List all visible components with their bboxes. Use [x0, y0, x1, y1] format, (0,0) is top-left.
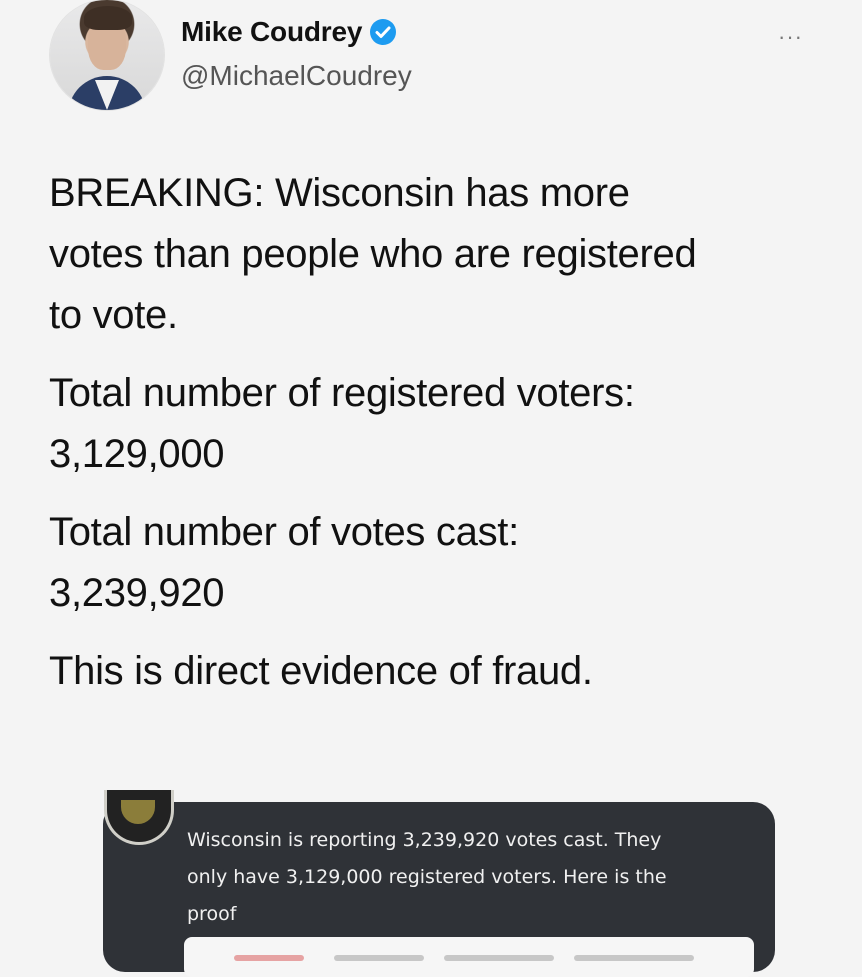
author-handle[interactable]: @MichaelCoudrey	[181, 60, 412, 92]
tweet-line: 3,129,000	[49, 432, 225, 476]
author-avatar[interactable]	[50, 0, 164, 110]
embedded-post-avatar	[104, 790, 174, 845]
tweet-line: Total number of votes cast:	[49, 510, 519, 554]
tweet-line: This is direct evidence of fraud.	[49, 649, 593, 693]
preview-text-fragment	[334, 955, 424, 961]
more-options-icon[interactable]: ···	[778, 24, 803, 50]
author-name[interactable]: Mike Coudrey	[181, 16, 362, 48]
tweet-line: votes than people who are registered	[49, 232, 697, 276]
tweet-line: to vote.	[49, 293, 178, 337]
embedded-post-line: Wisconsin is reporting 3,239,920 votes c…	[187, 829, 662, 851]
preview-text-fragment	[444, 955, 554, 961]
tweet-line: Total number of registered voters:	[49, 371, 635, 415]
embedded-post-card[interactable]: Wisconsin is reporting 3,239,920 votes c…	[103, 790, 775, 977]
tweet-line: 3,239,920	[49, 571, 225, 615]
embedded-post-text: Wisconsin is reporting 3,239,920 votes c…	[187, 822, 747, 933]
preview-text-fragment	[234, 955, 304, 961]
tweet-body: BREAKING: Wisconsin has more votes than …	[49, 163, 839, 702]
avatar-hair	[84, 6, 132, 30]
verified-badge-icon	[370, 19, 397, 45]
embedded-post-line: proof	[187, 903, 237, 925]
author-name-row[interactable]: Mike Coudrey	[181, 16, 397, 48]
seal-icon	[121, 800, 155, 824]
tweet-line: BREAKING: Wisconsin has more	[49, 171, 630, 215]
embedded-image-preview[interactable]	[184, 937, 754, 977]
preview-text-fragment	[574, 955, 694, 961]
embedded-post-line: only have 3,129,000 registered voters. H…	[187, 866, 667, 888]
